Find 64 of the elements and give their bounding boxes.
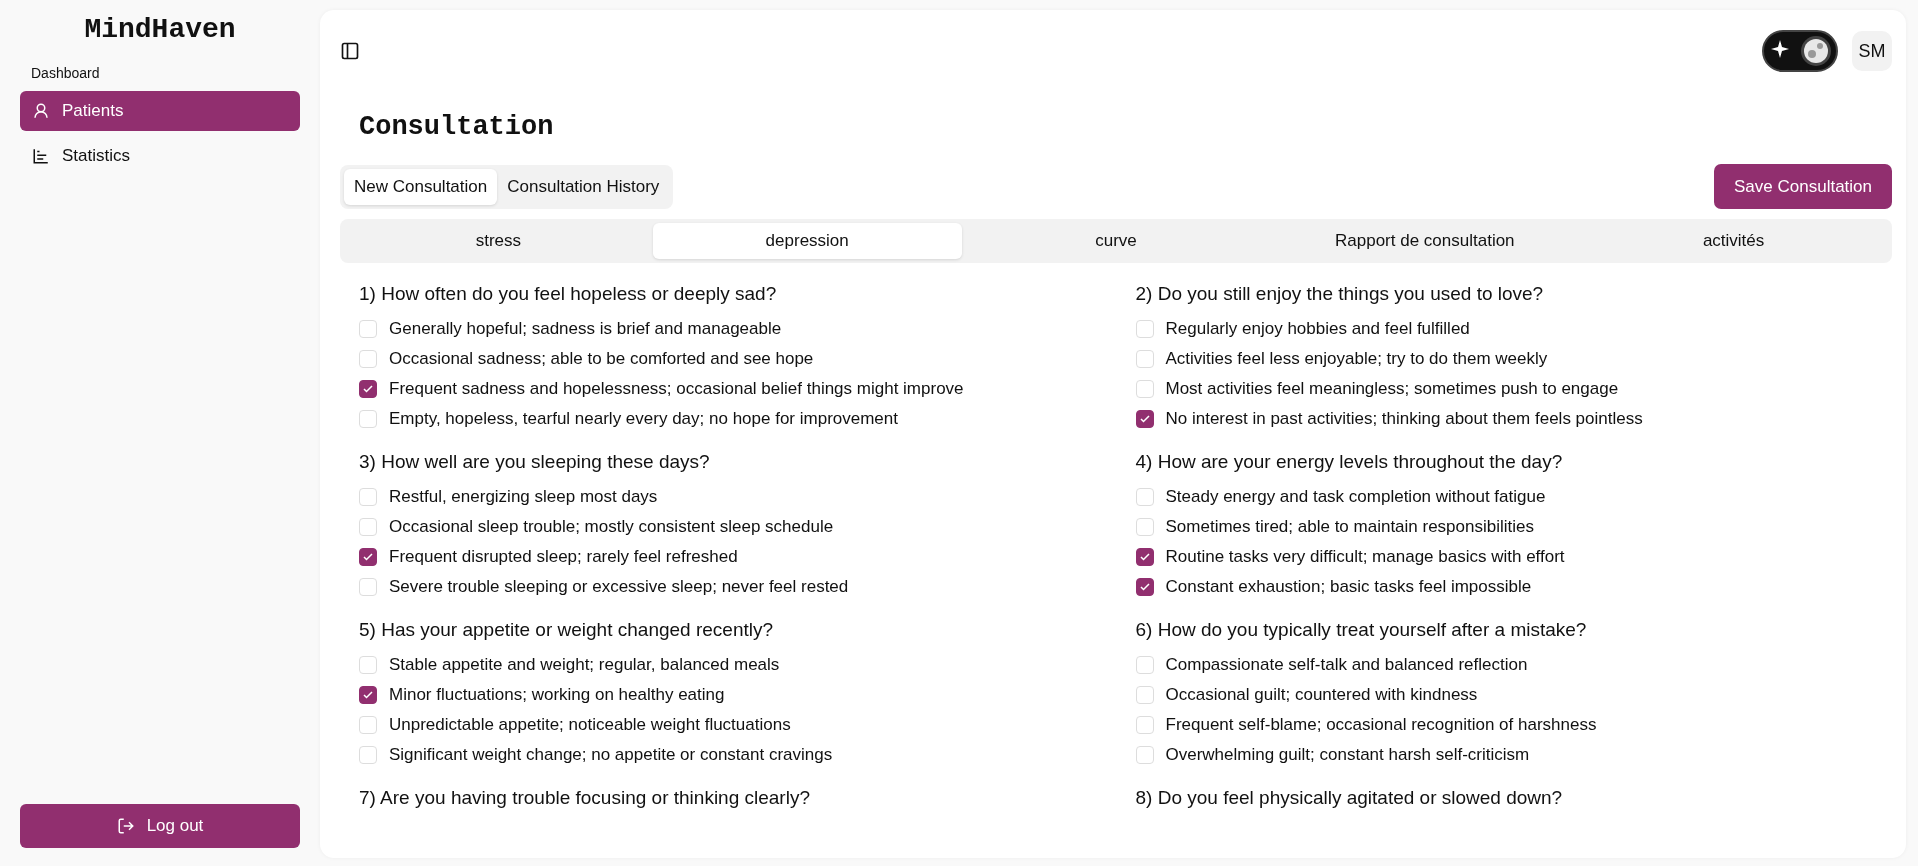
checkbox[interactable] [1135, 410, 1154, 428]
option-label: Frequent disrupted sleep; rarely feel refreshed [389, 547, 738, 567]
checkbox[interactable] [1135, 578, 1154, 596]
bar-chart-icon [32, 147, 50, 165]
sidebar-toggle-icon[interactable] [340, 41, 360, 61]
question-title: 4) How are your energy levels throughout the day? [1135, 451, 1564, 473]
option-label: Minor fluctuations; working on healthy eating [389, 685, 725, 705]
checkbox[interactable] [359, 686, 377, 704]
check-icon [362, 689, 374, 701]
option-label: Frequent sadness and hopelessness; occasional belief things might improve [389, 379, 964, 399]
section-tab[interactable]: curve [961, 223, 1271, 259]
question-title: 1) How often do you feel hopeless or deeply sad? [359, 283, 778, 305]
user-avatar[interactable]: SM [1852, 31, 1892, 71]
option-label: Occasional sleep trouble; mostly consistent sleep schedule [389, 517, 834, 537]
question-title: 6) How do you typically treat yourself after a mistake? [1135, 619, 1588, 641]
option-label: Severe trouble sleeping or excessive sleep; never feel rested [389, 577, 849, 597]
check-icon [1138, 551, 1151, 563]
question-title: 7) Are you having trouble focusing or thinking clearly? [359, 787, 811, 809]
person-icon [32, 102, 50, 120]
section-label: Dashboard [30, 65, 101, 81]
option-label: Compassionate self-talk and balanced reflection [1165, 655, 1528, 675]
check-icon [1138, 413, 1151, 425]
checkbox[interactable] [359, 548, 377, 566]
save-button[interactable]: Save Consultation [1714, 164, 1892, 209]
sidebar-item[interactable]: Statistics [20, 136, 300, 176]
section-tab[interactable]: activités [1579, 223, 1888, 259]
question-title: 8) Do you feel physically agitated or slowed down? [1135, 787, 1564, 809]
tab[interactable]: Consultation History [497, 168, 670, 205]
question-title: 3) How well are you sleeping these days? [359, 451, 711, 473]
option-label: Restful, energizing sleep most days [389, 487, 658, 507]
question-title: 2) Do you still enjoy the things you used to love? [1135, 283, 1545, 305]
check-icon [362, 551, 374, 563]
tab[interactable]: New Consultation [344, 168, 498, 205]
option-label: Stable appetite and weight; regular, balanced meals [389, 655, 780, 675]
option-label: Most activities feel meaningless; sometimes push to engage [1165, 379, 1619, 399]
section-tab[interactable]: Rapport de consultation [1270, 223, 1580, 259]
theme-toggle[interactable] [1762, 30, 1838, 72]
app-logo: MindHaven [83, 14, 237, 45]
sidebar-item[interactable]: Patients [20, 91, 300, 131]
check-icon [362, 383, 374, 395]
option-label: Empty, hopeless, tearful nearly every day; no hope for improvement [389, 409, 898, 429]
option-label: Steady energy and task completion without fatigue [1165, 487, 1546, 507]
logout-button[interactable]: Log out [20, 804, 300, 848]
option-label: Sometimes tired; able to maintain responsibilities [1165, 517, 1534, 537]
checkbox[interactable] [1135, 548, 1154, 566]
section-tab[interactable]: depression [652, 223, 962, 259]
option-label: Generally hopeful; sadness is brief and manageable [389, 319, 782, 339]
option-label: Unpredictable appetite; noticeable weight fluctuations [389, 715, 791, 735]
option-label: Activities feel less enjoyable; try to do them weekly [1165, 349, 1548, 369]
section-tab[interactable]: stress [344, 223, 653, 259]
option-label: Regularly enjoy hobbies and feel fulfilled [1165, 319, 1470, 339]
option-label: Overwhelming guilt; constant harsh self-criticism [1165, 745, 1530, 765]
logout-icon [116, 817, 135, 835]
option-label: Routine tasks very difficult; manage basics with effort [1165, 547, 1565, 567]
checkbox[interactable] [359, 380, 377, 398]
page-title: Consultation [359, 112, 555, 142]
option-label: Frequent self-blame; occasional recognition of harshness [1165, 715, 1597, 735]
option-label: No interest in past activities; thinking about them feels pointless [1165, 409, 1643, 429]
option-label: Constant exhaustion; basic tasks feel impossible [1165, 577, 1532, 597]
option-label: Significant weight change; no appetite or constant cravings [389, 745, 833, 765]
check-icon [1138, 581, 1151, 593]
option-label: Occasional sadness; able to be comforted and see hope [389, 349, 814, 369]
option-label: Occasional guilt; countered with kindness [1165, 685, 1478, 705]
question-title: 5) Has your appetite or weight changed recently? [359, 619, 775, 641]
